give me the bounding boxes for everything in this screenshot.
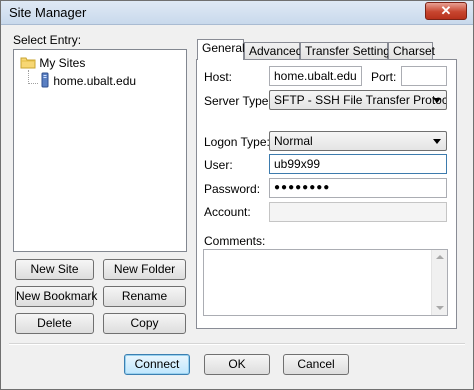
comments-textarea[interactable] <box>203 249 448 316</box>
password-input[interactable]: ●●●●●●●● <box>269 178 447 198</box>
server-type-label: Server Type: <box>204 94 272 108</box>
chevron-down-icon <box>433 98 441 103</box>
port-label: Port: <box>371 70 397 84</box>
new-bookmark-button[interactable]: New Bookmark <box>15 286 97 307</box>
new-folder-button[interactable]: New Folder <box>103 259 186 280</box>
logon-type-value: Normal <box>274 134 313 148</box>
cancel-button[interactable]: Cancel <box>283 354 349 375</box>
title-bar[interactable]: Site Manager ✕ <box>1 1 473 25</box>
user-label: User: <box>204 158 233 172</box>
account-input <box>269 202 447 222</box>
close-button[interactable]: ✕ <box>425 2 467 20</box>
scroll-up-arrow-icon[interactable] <box>436 255 444 259</box>
tab-advanced[interactable]: Advanced <box>244 42 302 60</box>
comments-scrollbar[interactable] <box>431 250 447 315</box>
scroll-down-arrow-icon[interactable] <box>436 306 444 310</box>
ok-button[interactable]: OK <box>204 354 270 375</box>
tree-connector-horizontal <box>28 83 38 84</box>
close-icon: ✕ <box>440 3 452 18</box>
tab-charset[interactable]: Charset <box>388 42 435 60</box>
port-input[interactable] <box>401 66 447 86</box>
new-site-button[interactable]: New Site <box>15 259 94 280</box>
footer-separator <box>9 343 465 345</box>
rename-button[interactable]: Rename <box>103 286 186 307</box>
server-icon <box>41 72 49 88</box>
select-entry-label: Select Entry: <box>13 33 82 47</box>
folder-icon <box>20 57 36 69</box>
server-type-value: SFTP - SSH File Transfer Protocol <box>274 93 447 107</box>
tree-item-my-sites[interactable]: My Sites <box>20 55 85 71</box>
tree-item-label: My Sites <box>39 56 86 70</box>
server-type-select[interactable]: SFTP - SSH File Transfer Protocol <box>269 90 447 110</box>
delete-button[interactable]: Delete <box>15 313 94 334</box>
password-label: Password: <box>204 182 261 196</box>
account-label: Account: <box>204 205 251 219</box>
logon-type-select[interactable]: Normal <box>269 131 447 151</box>
chevron-down-icon <box>433 139 441 144</box>
window-title: Site Manager <box>9 5 87 20</box>
tree-connector-vertical <box>28 70 29 84</box>
tab-general[interactable]: General <box>197 39 245 60</box>
tab-transfer-settings[interactable]: Transfer Settings <box>300 42 396 60</box>
logon-type-label: Logon Type: <box>204 135 270 149</box>
host-label: Host: <box>204 70 233 84</box>
tree-item-label: home.ubalt.edu <box>53 74 137 88</box>
user-input[interactable]: ub99x99 <box>269 154 447 174</box>
site-manager-window: Site Manager ✕ Select Entry: My Sites ho… <box>0 0 474 390</box>
comments-label: Comments: <box>204 234 266 248</box>
copy-button[interactable]: Copy <box>103 313 186 334</box>
host-input[interactable]: home.ubalt.edu <box>269 66 362 86</box>
tree-item-home-ubalt-edu[interactable]: home.ubalt.edu <box>40 72 136 88</box>
connect-button[interactable]: Connect <box>124 354 190 375</box>
site-tree[interactable]: My Sites home.ubalt.edu <box>13 49 187 252</box>
